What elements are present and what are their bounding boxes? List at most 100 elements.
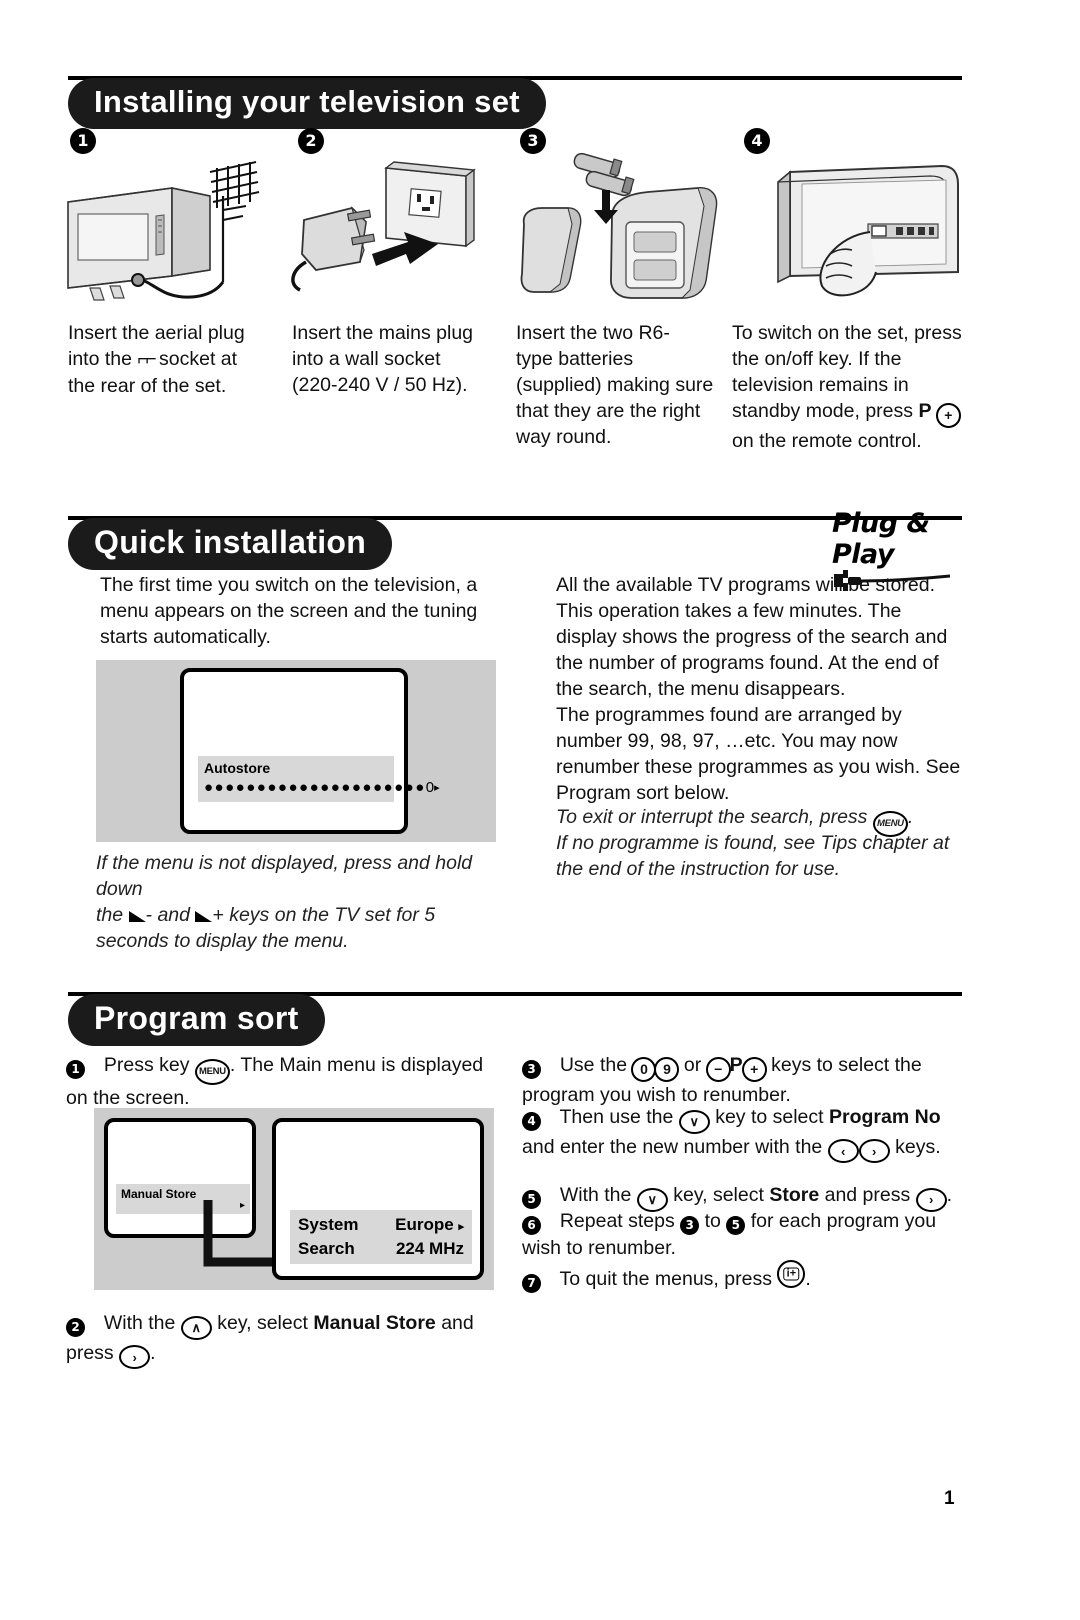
program-sort-step-6: 6 Repeat steps 3 to 5 for each program y… — [522, 1208, 972, 1261]
section-installing: Installing your television set — [68, 76, 962, 129]
program-sort-step-3: 3 Use the 09 or − P + keys to select the p… — [522, 1052, 968, 1108]
step-ps-5-text-d: . — [946, 1184, 953, 1206]
step-4-line-1: To switch on the set, press — [732, 322, 962, 344]
volume-up-icon — [195, 911, 213, 922]
caption-line-2c: + keys on the TV set for 5 — [212, 904, 436, 926]
settings-row-search: Search 224 MHz — [298, 1238, 464, 1259]
tv-screen-manual-store: System Europe ▸ Search 224 MHz — [272, 1118, 484, 1280]
step-ps-2-text-a: With the — [103, 1312, 176, 1334]
note-1-period: . — [907, 806, 914, 828]
cursor-right-key-icon: › — [119, 1345, 151, 1369]
step-1-line-3: the rear of the set. — [68, 375, 227, 397]
step-ref-3: 3 — [680, 1215, 700, 1235]
section-quick-installation: Quick installation — [68, 516, 962, 570]
step-3-line-1: Insert the two R6- — [516, 322, 670, 344]
settings-value-system: Europe — [395, 1215, 454, 1234]
step-ps-3-text-b: or — [683, 1054, 702, 1076]
step-4-line-5: on the remote control. — [732, 429, 922, 452]
step-badge-ps-7: 7 — [522, 1273, 541, 1293]
quick-install-left-paragraph: The first time you switch on the televis… — [100, 574, 478, 648]
step-3-line-2: type batteries — [516, 348, 634, 370]
step-4-line-3: television remains in — [732, 374, 909, 396]
digit-nine-key-icon: 9 — [654, 1056, 680, 1082]
section-title-quick-installation: Quick installation — [68, 518, 393, 570]
step-2-text: Insert the mains plug into a wall socket… — [292, 320, 502, 398]
note-1-text: To exit or interrupt the search, press — [556, 806, 868, 828]
quick-install-right-paragraph-1: All the available TV programs will be st… — [556, 574, 948, 700]
step-badge-ps-2: 2 — [66, 1317, 85, 1337]
page-number: 1 — [944, 1488, 955, 1509]
step-ps-1-text-a: Press key — [103, 1054, 190, 1076]
step-1-line-2a: into the — [68, 348, 132, 370]
step-3-text: Insert the two R6- type batteries (suppl… — [516, 320, 728, 450]
minus-key-icon: − — [705, 1056, 731, 1082]
plus-key-icon: + — [935, 402, 961, 428]
illustration-tv-power-button-hand — [777, 164, 959, 297]
step-ps-3-text-a: Use the — [559, 1054, 628, 1076]
autostore-progress-value: 0 — [425, 779, 435, 796]
settings-row-system: System Europe ▸ — [298, 1214, 464, 1238]
cursor-left-key-icon-step4: ‹ — [827, 1139, 859, 1163]
digit-zero-key-icon: 0 — [631, 1056, 657, 1082]
section-title-program-sort: Program sort — [68, 994, 325, 1046]
step-ps-4-text-d: keys. — [895, 1135, 941, 1158]
step-ps-2-text-b: key, select — [217, 1312, 308, 1334]
step-4-line-4a: standby mode, press — [732, 400, 914, 422]
tv-screen-autostore: Autostore ●●●●●●●●●●●●●●●●●●●●● 0 ▸ — [180, 668, 440, 834]
settings-label-system: System — [298, 1215, 359, 1234]
step-ps-7-text-b: . — [805, 1268, 811, 1290]
cursor-right-key-icon-step4: › — [858, 1139, 890, 1163]
info-exit-key-icon — [777, 1260, 806, 1288]
plus-key-icon-step3: + — [741, 1056, 767, 1082]
quick-install-note-2: If no programme is found, see Tips chapt… — [556, 832, 950, 880]
quick-install-screen-panel: Autostore ●●●●●●●●●●●●●●●●●●●●● 0 ▸ — [96, 660, 496, 842]
section-program-sort: Program sort — [68, 992, 962, 1046]
step-ps-4-text-c: and enter the new number with the — [522, 1135, 823, 1158]
settings-arrow-icon: ▸ — [458, 1221, 464, 1233]
step-2-line-2: into a wall socket — [292, 348, 441, 370]
caption-line-2b: - and — [145, 904, 190, 926]
illustration-remote-with-batteries — [520, 152, 718, 299]
step-ps-5-bold: Store — [769, 1184, 820, 1206]
illustration-tv-with-aerial — [67, 161, 260, 301]
step-ps-2-text-d: . — [150, 1341, 156, 1364]
step-3-line-4: that they are the right — [516, 400, 701, 422]
step-ps-7-text-a: To quit the menus, press — [559, 1268, 772, 1290]
step-1-line-2b: socket at — [159, 348, 238, 370]
step-ps-4-text-b: key to select — [715, 1106, 824, 1128]
cursor-up-key-icon: ∧ — [180, 1315, 212, 1340]
step-badge-ps-5: 5 — [522, 1189, 541, 1209]
settings-value-search: 224 MHz — [395, 1239, 464, 1258]
plug-and-play-wordmark: Plug & Play — [832, 508, 930, 570]
step-ps-4-text-a: Then use the — [559, 1106, 674, 1128]
aerial-socket-icon: ⌐⌐ — [137, 349, 156, 370]
step-badge-ps-3: 3 — [522, 1059, 541, 1079]
step-ps-6-text-b: to — [704, 1210, 721, 1232]
step-ps-4-bold: Program No — [829, 1106, 941, 1128]
step-badge-ps-4: 4 — [522, 1111, 541, 1131]
program-key-letter: P — [729, 1054, 743, 1076]
manual-page: Installing your television set 1 2 3 4 I… — [0, 0, 1080, 1620]
step-ref-5: 5 — [726, 1215, 746, 1235]
step-4-text: To switch on the set, press the on/off k… — [732, 320, 968, 454]
autostore-menu-box: Autostore ●●●●●●●●●●●●●●●●●●●●● 0 ▸ — [198, 756, 440, 802]
caption-line-1: If the menu is not displayed, press and … — [96, 852, 473, 900]
quick-install-right-paragraph-2: The programmes found are arranged by num… — [556, 704, 961, 804]
step-ps-5-text-b: key, select — [673, 1184, 764, 1206]
program-sort-step-4: 4 Then use the ∨ key to select Program N… — [522, 1104, 972, 1163]
caption-line-3: seconds to display the menu. — [96, 930, 349, 952]
program-sort-step-1: 1 Press key MENU. The Main menu is displ… — [66, 1052, 496, 1111]
step-ps-2-bold: Manual Store — [313, 1312, 436, 1334]
plug-and-play-logo: Plug & Play — [832, 508, 962, 591]
step-1-line-1: Insert the aerial plug — [68, 322, 245, 344]
autostore-progress-dots: ●●●●●●●●●●●●●●●●●●●●● — [204, 778, 426, 796]
illustration-mains-plug-wall-socket — [291, 161, 476, 292]
step-ps-5-text-a: With the — [559, 1184, 632, 1206]
volume-down-icon — [128, 911, 146, 922]
program-sort-screens-panel: Manual Store ▸ System Europe ▸ Search 22… — [94, 1108, 494, 1290]
menu-key-icon-step1: MENU — [194, 1058, 230, 1085]
quick-install-left-caption: If the menu is not displayed, press and … — [96, 850, 500, 954]
step-3-line-3: (supplied) making sure — [516, 374, 714, 396]
step-2-line-3: (220-240 V / 50 Hz). — [292, 374, 468, 396]
step-2-line-1: Insert the mains plug — [292, 322, 474, 344]
